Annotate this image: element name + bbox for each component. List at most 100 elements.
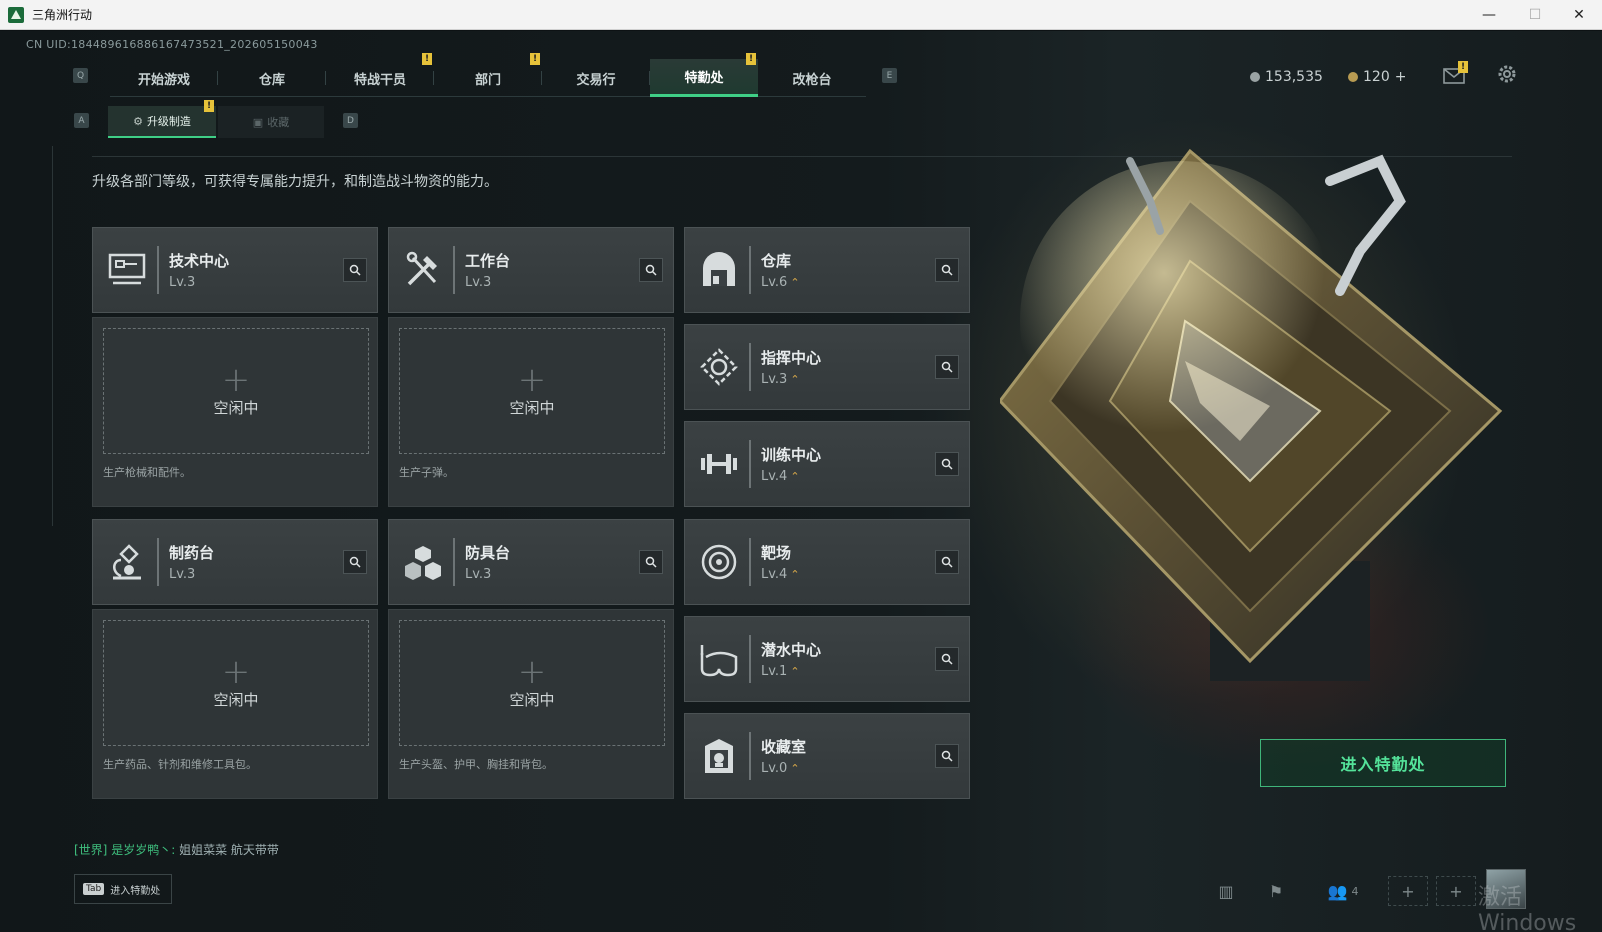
station-level: Lv.3 (169, 275, 196, 290)
dept-card-collection[interactable]: 收藏室 Lv.0 ⌃ (684, 713, 970, 799)
tab-key: Tab (83, 883, 105, 895)
gear-icon (1498, 65, 1516, 83)
station-caption: 生产药品、针剂和维修工具包。 (103, 758, 257, 771)
chat-sender: 是岁岁鸭丶: (111, 843, 176, 857)
inspect-button[interactable] (343, 258, 367, 282)
search-icon (645, 264, 657, 276)
production-panel-armor: + 空闲中 生产头盔、护甲、胸挂和背包。 (388, 609, 674, 799)
search-icon (645, 556, 657, 568)
flag-button[interactable]: ⚑ (1256, 876, 1296, 906)
slot-status: 空闲中 (509, 398, 555, 417)
card-divider (749, 732, 751, 780)
inspect-button[interactable] (935, 647, 959, 671)
flag-icon: ⚑ (1268, 881, 1284, 901)
close-button[interactable]: ✕ (1556, 0, 1602, 30)
dept-level-row: Lv.0 ⌃ (761, 761, 800, 776)
dept-level-row: Lv.4 ⌃ (761, 469, 800, 484)
collection-tab-icon: ▣ (252, 115, 264, 129)
notification-badge: ! (422, 53, 432, 65)
mail-button[interactable]: ! (1442, 61, 1468, 85)
station-name: 技术中心 (169, 252, 230, 270)
add-gold-button[interactable]: + (1395, 69, 1407, 85)
subtab-upgrade-craft[interactable]: ⚙ 升级制造 ! (108, 100, 216, 138)
tab-trading[interactable]: 交易行 (542, 59, 650, 97)
upgrade-available-icon: ⌃ (790, 373, 800, 386)
inspect-button[interactable] (935, 744, 959, 768)
dept-level-row: Lv.3 ⌃ (761, 372, 800, 387)
minimize-button[interactable]: — (1466, 0, 1512, 30)
search-icon (349, 264, 361, 276)
dept-level: Lv.3 (761, 372, 788, 387)
maximize-button[interactable]: ☐ (1512, 0, 1558, 30)
tab-gunsmith[interactable]: 改枪台 (758, 59, 866, 97)
dept-card-warehouse[interactable]: 仓库 Lv.6 ⌃ (684, 227, 970, 313)
dept-card-training[interactable]: 训练中心 Lv.4 ⌃ (684, 421, 970, 507)
dept-level: Lv.1 (761, 664, 788, 679)
plus-icon: + (1401, 881, 1415, 901)
upgrade-available-icon: ⌃ (790, 568, 800, 581)
upgrade-available-icon: ⌃ (790, 762, 800, 775)
station-caption: 生产枪械和配件。 (103, 466, 191, 479)
dept-card-range[interactable]: 靶场 Lv.4 ⌃ (684, 519, 970, 605)
production-slot[interactable]: + 空闲中 (399, 620, 665, 746)
dept-level-row: Lv.4 ⌃ (761, 567, 800, 582)
card-divider (749, 343, 751, 391)
gold-amount: 120 (1363, 69, 1390, 85)
dept-name: 靶场 (761, 544, 792, 562)
dept-name: 收藏室 (761, 738, 807, 756)
enter-special-ops-button[interactable]: 进入特勤处 (1260, 739, 1506, 787)
card-divider (749, 635, 751, 683)
card-divider (453, 538, 455, 586)
app-logo-icon (8, 6, 24, 23)
tab-special-ops[interactable]: 特勤处 ! (650, 53, 758, 97)
stats-button[interactable]: ▥ (1206, 876, 1246, 906)
tab-operators[interactable]: 特战干员 ! (326, 53, 434, 97)
station-caption: 生产头盔、护甲、胸挂和背包。 (399, 758, 553, 771)
settings-button[interactable] (1496, 63, 1518, 89)
command-icon (697, 345, 741, 389)
friends-button[interactable]: 👥 4 (1318, 876, 1368, 906)
upgrade-gear-icon: ⚙ (133, 114, 143, 128)
friends-icon: 👥 (1327, 881, 1348, 901)
friends-count: 4 (1351, 884, 1359, 898)
inspect-button[interactable] (343, 550, 367, 574)
production-panel-workbench: + 空闲中 生产子弹。 (388, 317, 674, 507)
gold-currency[interactable]: 120 + (1348, 69, 1406, 85)
station-card-armor[interactable]: 防具台 Lv.3 (388, 519, 674, 605)
tab-department[interactable]: 部门 ! (434, 53, 542, 97)
hotkey-d: D (343, 113, 358, 128)
dumbbell-icon (697, 442, 741, 486)
station-card-tech-center[interactable]: 技术中心 Lv.3 (92, 227, 378, 313)
subtab-collection[interactable]: ▣ 收藏 (218, 106, 324, 138)
inspect-button[interactable] (935, 258, 959, 282)
station-name: 制药台 (169, 544, 215, 562)
station-card-workbench[interactable]: 工作台 Lv.3 (388, 227, 674, 313)
player-uid: CN UID:18448961688616747352​1_2026051500… (26, 38, 318, 51)
production-slot[interactable]: + 空闲中 (103, 620, 369, 746)
inspect-button[interactable] (639, 258, 663, 282)
inspect-button[interactable] (935, 355, 959, 379)
dept-card-diving[interactable]: 潜水中心 Lv.1 ⌃ (684, 616, 970, 702)
search-icon (941, 750, 953, 762)
tools-icon (401, 248, 445, 292)
production-slot[interactable]: + 空闲中 (399, 328, 665, 454)
dept-name: 潜水中心 (761, 641, 822, 659)
silver-currency: 153,535 (1250, 69, 1323, 85)
search-icon (941, 264, 953, 276)
production-slot[interactable]: + 空闲中 (103, 328, 369, 454)
inspect-button[interactable] (935, 452, 959, 476)
world-chat-line[interactable]: [世界] 是岁岁鸭丶: 姐姐菜菜 航天带带 (74, 841, 279, 858)
invite-slot-button[interactable]: + (1436, 876, 1476, 906)
tab-start-game[interactable]: 开始游戏 (110, 59, 218, 97)
station-card-pharmacy[interactable]: 制药台 Lv.3 (92, 519, 378, 605)
invite-slot-button[interactable]: + (1388, 876, 1428, 906)
production-panel-pharmacy: + 空闲中 生产药品、针剂和维修工具包。 (92, 609, 378, 799)
computer-icon (105, 248, 149, 292)
dept-card-command[interactable]: 指挥中心 Lv.3 ⌃ (684, 324, 970, 410)
game-viewport: CN UID:18448961688616747352​1_2026051500… (0, 31, 1602, 932)
storage-icon (697, 248, 741, 292)
inspect-button[interactable] (935, 550, 959, 574)
inspect-button[interactable] (639, 550, 663, 574)
tab-shortcut-hint[interactable]: Tab 进入特勤处 (74, 874, 172, 904)
tab-warehouse[interactable]: 仓库 (218, 59, 326, 97)
